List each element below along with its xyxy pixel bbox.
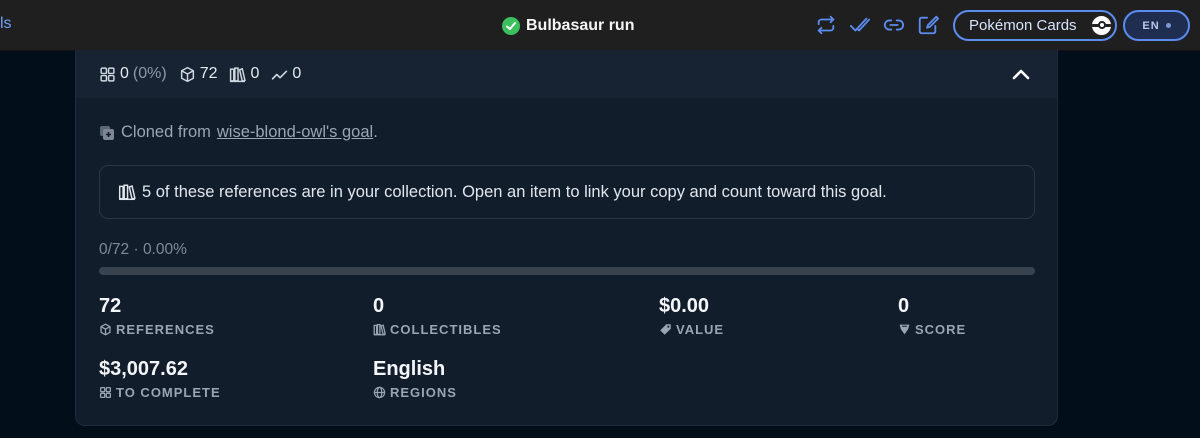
back-link-fragment[interactable]: ls — [0, 15, 12, 33]
trend-icon — [272, 70, 288, 80]
metric-to-complete-label-row: TO COMPLETE — [99, 385, 221, 400]
owned-stat: 0 (0%) — [99, 65, 167, 83]
grid-icon — [99, 386, 112, 399]
goal-card-header[interactable]: 0 (0%) 72 0 0 — [76, 50, 1057, 98]
metric-value-label-row: VALUE — [659, 322, 724, 337]
chevron-up-icon[interactable] — [1011, 65, 1031, 83]
double-check-icon[interactable] — [849, 14, 871, 36]
metric-regions-label: REGIONS — [390, 385, 457, 400]
pokeball-icon — [1090, 14, 1113, 37]
owned-count: 0 — [120, 65, 129, 82]
run-title-text: Bulbasaur run — [526, 17, 635, 34]
metric-score-label: SCORE — [915, 322, 967, 337]
trophy-icon — [899, 324, 910, 335]
library-icon — [373, 323, 386, 336]
library-icon — [118, 184, 136, 201]
notice-text: 5 of these references are in your collec… — [142, 182, 887, 201]
library-icon — [230, 66, 247, 82]
metric-score-value: 0 — [898, 295, 910, 317]
edit-icon[interactable] — [917, 14, 939, 36]
owned-percent: (0%) — [132, 65, 167, 82]
cube-icon — [100, 323, 111, 336]
metric-to-complete-value: $3,007.62 — [99, 358, 188, 380]
references-stat: 72 — [179, 65, 218, 83]
metric-collectibles-label: COLLECTIBLES — [390, 322, 502, 337]
cube-icon — [180, 66, 194, 82]
tag-icon — [660, 324, 671, 335]
complete-check-icon — [502, 17, 520, 35]
cloned-prefix: Cloned from — [121, 123, 211, 141]
metric-to-complete-label: TO COMPLETE — [116, 385, 221, 400]
language-dot-icon — [1165, 23, 1171, 28]
metric-score: 0 SCORE — [898, 295, 966, 337]
metric-score-label-row: SCORE — [898, 322, 966, 337]
collection-selector-label: Pokémon Cards — [969, 17, 1077, 34]
grid-icon — [100, 66, 115, 82]
trend-count: 0 — [292, 65, 302, 82]
globe-icon — [373, 386, 386, 399]
collection-notice: 5 of these references are in your collec… — [99, 165, 1035, 219]
toolbar-actions — [815, 14, 939, 36]
link-icon[interactable] — [883, 14, 905, 36]
language-selector-label: EN — [1142, 19, 1160, 32]
metric-value: $0.00 VALUE — [659, 295, 724, 337]
metric-collectibles-label-row: COLLECTIBLES — [373, 322, 502, 337]
metric-references: 72 REFERENCES — [99, 295, 215, 337]
metric-to-complete: $3,007.62 TO COMPLETE — [99, 358, 221, 400]
language-selector[interactable]: EN — [1123, 10, 1190, 41]
copy-icon — [100, 125, 114, 140]
metric-references-label: REFERENCES — [116, 322, 215, 337]
cloned-from-line: Cloned from wise-blond-owl's goal. — [99, 123, 378, 142]
trend-stat: 0 — [271, 65, 301, 83]
cloned-suffix: . — [373, 123, 378, 141]
repeat-icon[interactable] — [815, 14, 837, 36]
metric-value-value: $0.00 — [659, 295, 710, 317]
collection-selector[interactable]: Pokémon Cards — [953, 10, 1117, 41]
metric-regions: English REGIONS — [373, 358, 457, 400]
run-title: Bulbasaur run — [502, 14, 634, 38]
progress-bar — [99, 267, 1035, 275]
progress-text: 0/72 · 0.00% — [99, 241, 187, 258]
metric-collectibles-value: 0 — [373, 295, 385, 317]
metric-regions-value: English — [373, 358, 446, 380]
goal-card: 0 (0%) 72 0 0 Cloned from wise-blond-owl… — [75, 50, 1058, 426]
top-bar: ls Bulbasaur run Pokémon Cards EN — [0, 0, 1200, 51]
metric-regions-label-row: REGIONS — [373, 385, 457, 400]
metric-value-label: VALUE — [676, 322, 725, 337]
references-count: 72 — [199, 65, 218, 82]
metric-references-label-row: REFERENCES — [99, 322, 215, 337]
metric-collectibles: 0 COLLECTIBLES — [373, 295, 502, 337]
collectibles-stat: 0 — [229, 65, 259, 83]
collectibles-count: 0 — [250, 65, 260, 82]
metric-references-value: 72 — [99, 295, 122, 317]
source-goal-link[interactable]: wise-blond-owl's goal — [217, 123, 373, 141]
